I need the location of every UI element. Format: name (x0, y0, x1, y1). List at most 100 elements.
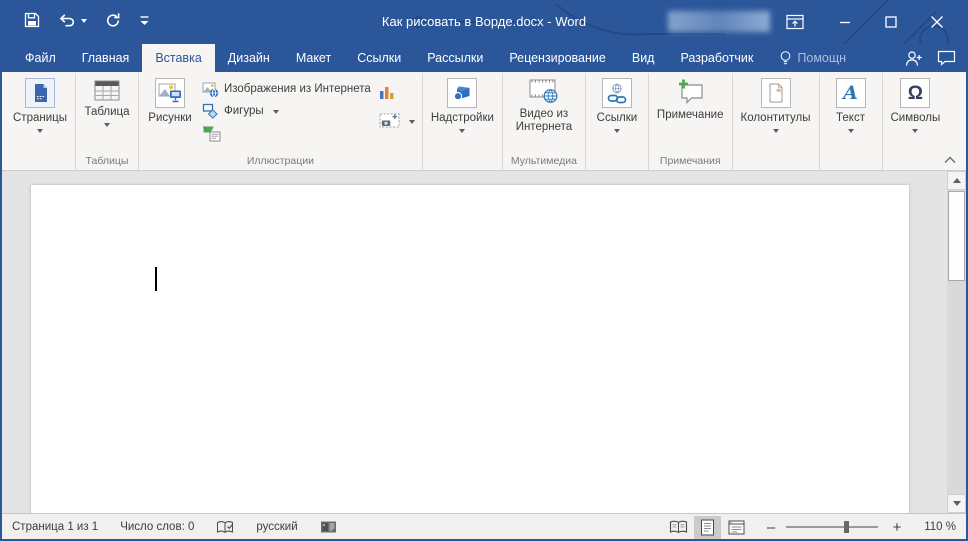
addins-dropdown-caret (459, 129, 465, 136)
scroll-down-button[interactable] (947, 494, 966, 513)
maximize-button[interactable] (868, 0, 914, 44)
symbols-button[interactable]: Ω Символы (886, 75, 946, 136)
read-mode-button[interactable] (665, 516, 692, 539)
tab-developer[interactable]: Разработчик (667, 44, 766, 72)
maximize-icon (885, 16, 897, 28)
group-addins: Надстройки (423, 73, 503, 170)
print-layout-icon (700, 519, 715, 536)
online-pictures-button[interactable]: Изображения из Интернета (198, 78, 375, 100)
status-bar: Страница 1 из 1 Число слов: 0 русский – … (2, 513, 966, 540)
tab-home[interactable]: Главная (69, 44, 143, 72)
group-label-header-footer (733, 153, 819, 170)
group-label-illustrations: Иллюстрации (139, 153, 422, 170)
close-icon (930, 15, 944, 29)
group-comments: Примечание Примечания (649, 73, 733, 170)
word-count[interactable]: Число слов: 0 (120, 521, 194, 533)
zoom-out-button[interactable]: – (760, 519, 782, 536)
proofing-status-button[interactable] (216, 520, 234, 535)
zoom-slider[interactable] (786, 526, 878, 528)
header-footer-button[interactable]: Колонтитулы (736, 75, 816, 136)
chart-button[interactable] (375, 81, 419, 103)
vertical-scrollbar[interactable] (947, 171, 966, 513)
tab-view[interactable]: Вид (619, 44, 668, 72)
ribbon-tab-row: Файл Главная Вставка Дизайн Макет Ссылки… (2, 44, 966, 72)
close-button[interactable] (914, 0, 960, 44)
zoom-slider-thumb[interactable] (844, 521, 849, 533)
statusbar-right: – + 110 % (663, 516, 956, 539)
tab-layout[interactable]: Макет (283, 44, 344, 72)
group-label-comments: Примечания (649, 153, 732, 170)
pages-button[interactable]: Страницы (8, 75, 72, 136)
illustrations-small-buttons: Изображения из Интернета Фигуры (198, 75, 375, 144)
screenshot-dropdown-caret (409, 120, 415, 127)
group-header-footer: Колонтитулы (733, 73, 820, 170)
group-pages: Страницы (5, 73, 76, 170)
table-icon (94, 78, 120, 102)
table-button[interactable]: Таблица (79, 75, 135, 130)
symbols-icon: Ω (900, 78, 930, 108)
header-footer-icon (761, 78, 791, 108)
smartart-button[interactable] (198, 122, 375, 144)
language-indicator[interactable]: русский (256, 521, 297, 533)
window-controls (772, 0, 960, 44)
tab-design[interactable]: Дизайн (215, 44, 283, 72)
shapes-button[interactable]: Фигуры (198, 100, 375, 122)
zoom-level[interactable]: 110 % (908, 521, 956, 533)
proofing-icon (216, 520, 234, 535)
group-symbols: Ω Символы (883, 73, 949, 170)
addins-button[interactable]: Надстройки (426, 75, 499, 136)
word-window: Как рисовать в Ворде.docx - Word Файл Гл… (0, 0, 968, 541)
document-area (2, 171, 966, 513)
feedback-bubble-icon[interactable] (937, 50, 956, 66)
read-mode-icon (669, 520, 688, 534)
ribbon-display-options-icon (786, 14, 804, 31)
chart-icon (379, 85, 395, 100)
group-text: A Текст (820, 73, 883, 170)
share-person-icon[interactable] (904, 50, 923, 67)
pictures-button[interactable]: Рисунки (142, 75, 198, 125)
ribbon-display-options-button[interactable] (772, 0, 818, 44)
screenshot-button[interactable] (375, 110, 419, 132)
tab-review[interactable]: Рецензирование (496, 44, 619, 72)
addins-icon (447, 78, 477, 108)
text-box-icon: A (836, 78, 866, 108)
online-pictures-icon (202, 81, 219, 98)
links-button[interactable]: Ссылки (589, 75, 645, 136)
text-box-button[interactable]: A Текст (823, 75, 879, 136)
page-indicator[interactable]: Страница 1 из 1 (12, 521, 98, 533)
print-layout-button[interactable] (694, 516, 721, 539)
links-icon (602, 78, 632, 108)
document-page[interactable] (31, 185, 909, 513)
cover-page-icon (25, 78, 55, 108)
online-video-button[interactable]: Видео из Интернета (506, 75, 582, 134)
shapes-dropdown-caret (273, 110, 279, 117)
web-layout-button[interactable] (723, 516, 750, 539)
text-dropdown-caret (848, 129, 854, 136)
tab-references[interactable]: Ссылки (344, 44, 414, 72)
group-label-links (586, 153, 648, 170)
group-media: Видео из Интернета Мультимедиа (503, 73, 586, 170)
tab-file[interactable]: Файл (12, 44, 69, 72)
keyboard-layout-icon (320, 520, 337, 534)
scrollbar-thumb[interactable] (948, 191, 965, 281)
text-cursor (155, 267, 157, 291)
tab-mailings[interactable]: Рассылки (414, 44, 496, 72)
scroll-up-button[interactable] (947, 171, 966, 190)
zoom-in-button[interactable]: + (886, 519, 908, 536)
minimize-icon (839, 16, 851, 28)
triangle-down-icon (953, 501, 961, 510)
group-label-text (820, 153, 882, 170)
tab-insert[interactable]: Вставка (142, 44, 214, 72)
group-tables: Таблица Таблицы (76, 73, 139, 170)
minimize-button[interactable] (822, 0, 868, 44)
pages-dropdown-caret (37, 129, 43, 136)
chevron-up-icon (944, 156, 956, 164)
tab-help[interactable]: Помощн (766, 44, 859, 72)
keyboard-layout-button[interactable] (320, 520, 337, 534)
new-comment-button[interactable]: Примечание (652, 75, 729, 122)
collapse-ribbon-button[interactable] (944, 152, 956, 167)
symbols-dropdown-caret (912, 129, 918, 136)
illustrations-icon-column (375, 75, 419, 132)
header-footer-dropdown-caret (773, 129, 779, 136)
group-label-pages (5, 153, 75, 170)
